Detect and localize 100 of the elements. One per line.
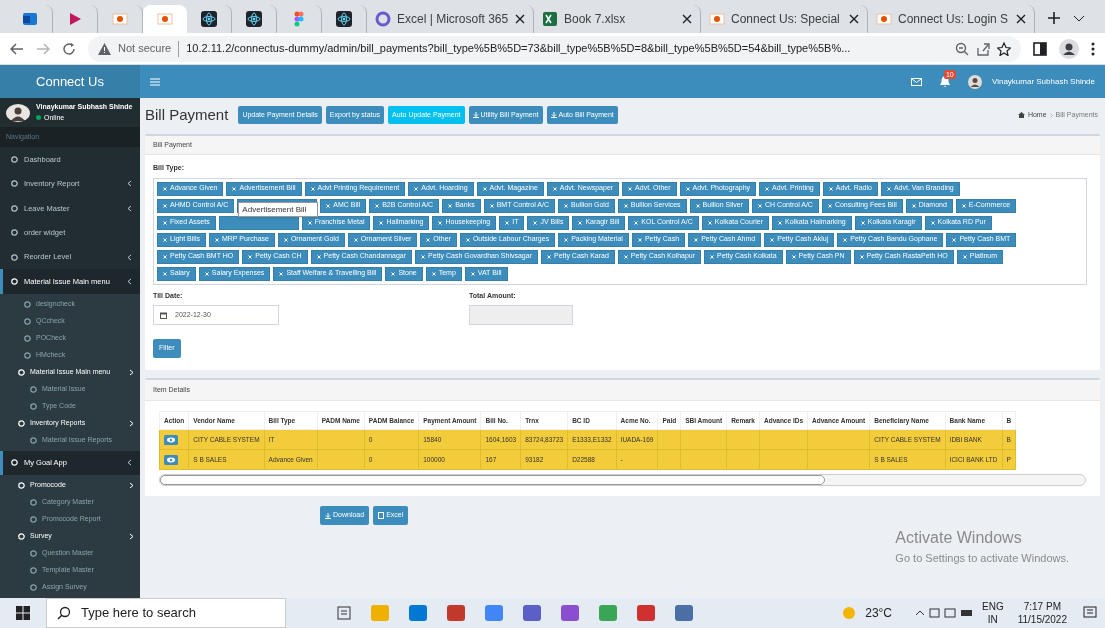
remove-icon[interactable] [414,186,419,191]
temperature[interactable]: 23°C [865,604,892,622]
remove-icon[interactable] [379,220,384,225]
remove-icon[interactable] [962,254,967,259]
remove-icon[interactable] [465,237,470,242]
remove-icon[interactable] [163,220,167,225]
remove-icon[interactable] [710,254,715,259]
remove-icon[interactable] [791,254,796,259]
remove-icon[interactable] [628,186,633,191]
remove-icon[interactable] [843,237,848,242]
share-icon[interactable] [976,41,990,56]
star-icon[interactable] [997,41,1011,56]
notifications-icon[interactable] [1083,606,1097,620]
remove-icon[interactable] [634,220,639,225]
remove-icon[interactable] [886,186,891,191]
remove-icon[interactable] [448,203,453,208]
remove-icon[interactable] [564,237,569,242]
forward-icon[interactable] [36,42,50,55]
side-panel-icon[interactable] [1033,41,1047,56]
remove-icon[interactable] [310,186,315,191]
remove-icon[interactable] [637,237,642,242]
remove-icon[interactable] [564,203,569,208]
user-name[interactable]: Vinaykumar Subhash Shinde [991,75,1095,88]
task-view-icon[interactable] [336,605,352,621]
remove-icon[interactable] [204,271,209,276]
remove-icon[interactable] [828,186,833,191]
remove-icon[interactable] [326,203,331,208]
address-bar[interactable]: Not secure 10.2.11.2/connectus-dummy/admin/bill_payments?bill_type%5B%5D=73&bill_type%5B%5D=8&bill_type%5B%5D=54&bill_type%5B%... [88,35,1021,62]
scrollbar-thumb[interactable] [160,475,825,485]
remove-icon[interactable] [505,220,510,225]
circle-icon [24,300,31,308]
avatar-icon[interactable] [1059,38,1079,59]
activation-title: Activate Windows [895,527,1023,548]
input-field[interactable] [469,305,573,325]
remove-icon[interactable] [283,237,288,242]
remove-icon[interactable] [546,254,551,259]
remove-icon[interactable] [163,254,167,259]
windows-logo-icon[interactable] [16,606,30,620]
brand-logo[interactable]: Connect Us [0,65,140,98]
system-tray-icon[interactable] [914,607,974,619]
remove-icon[interactable] [163,271,167,276]
reload-icon[interactable] [62,41,76,56]
remove-icon[interactable] [860,220,865,225]
remove-icon[interactable] [163,237,167,242]
remove-icon[interactable] [375,203,380,208]
remove-icon[interactable] [431,271,436,276]
remove-icon[interactable] [353,237,358,242]
remove-icon[interactable] [316,254,321,259]
back-icon[interactable] [10,42,24,55]
remove-icon[interactable] [489,203,494,208]
remove-icon[interactable] [685,186,690,191]
remove-icon[interactable] [307,220,312,225]
close-icon[interactable] [515,14,525,24]
remove-icon[interactable] [770,237,775,242]
remove-icon[interactable] [694,237,699,242]
view-icon[interactable] [164,454,178,465]
close-icon[interactable] [682,14,692,24]
remove-icon[interactable] [426,237,431,242]
search-field[interactable]: Type here to search [46,598,286,628]
new-tab-icon[interactable] [1047,11,1061,25]
remove-icon[interactable] [533,220,538,225]
remove-icon[interactable] [765,186,770,191]
remove-icon[interactable] [248,254,253,259]
remove-icon[interactable] [778,220,782,225]
menu-icon[interactable] [150,77,160,86]
remove-icon[interactable] [438,220,443,225]
close-icon[interactable] [1016,14,1026,24]
remove-icon[interactable] [623,254,628,259]
remove-icon[interactable] [859,254,864,259]
multi-select-field[interactable] [153,177,1087,285]
remove-icon[interactable] [279,271,284,276]
remove-icon[interactable] [758,203,763,208]
remove-icon[interactable] [470,271,475,276]
remove-icon[interactable] [214,237,219,242]
remove-icon[interactable] [482,186,487,191]
more-icon[interactable] [1091,41,1095,56]
remove-icon[interactable] [930,220,935,225]
language-indicator[interactable]: ENG [982,600,1004,613]
remove-icon[interactable] [961,203,966,208]
remove-icon[interactable] [911,203,916,208]
remove-icon[interactable] [707,220,712,225]
region-indicator[interactable]: IN [987,613,998,626]
zoom-out-icon[interactable] [955,41,969,56]
remove-icon[interactable] [163,186,167,191]
remove-icon[interactable] [695,203,700,208]
remove-icon[interactable] [578,220,583,225]
remove-icon[interactable] [232,186,237,191]
remove-icon[interactable] [952,237,957,242]
view-icon[interactable] [164,434,178,445]
remove-icon[interactable] [623,203,628,208]
remove-icon[interactable] [827,203,832,208]
close-icon[interactable] [849,14,859,24]
clock-date[interactable]: 11/15/2022 [1017,613,1067,626]
remove-icon[interactable] [552,186,557,191]
chevron-down-icon[interactable] [1073,15,1085,23]
remove-icon[interactable] [391,271,396,276]
remove-icon[interactable] [421,254,426,259]
circle-icon [11,204,18,212]
clock-time[interactable]: 7:17 PM [1023,600,1061,613]
remove-icon[interactable] [163,203,167,208]
